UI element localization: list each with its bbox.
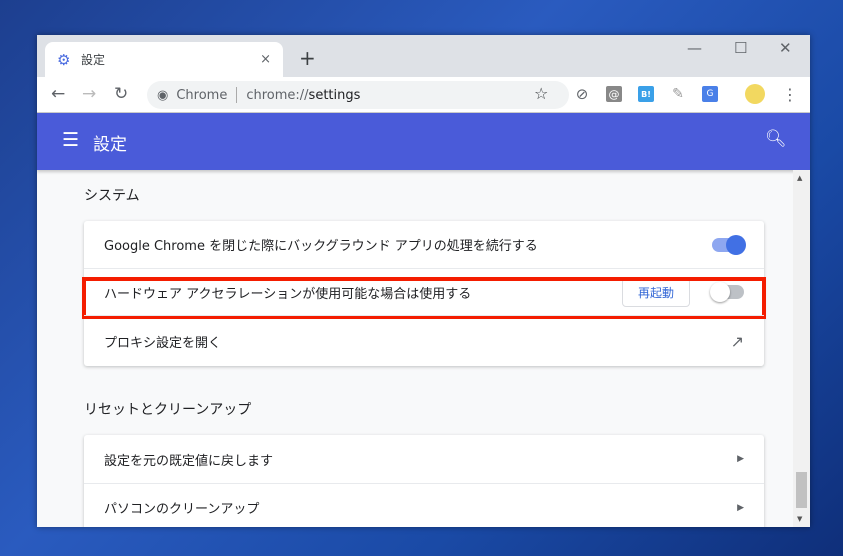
site-label: Chrome: [176, 87, 228, 103]
chevron-right-icon: ▶: [737, 502, 744, 513]
background-apps-row[interactable]: Google Chrome を閉じた際にバックグラウンド アプリの処理を続行する: [84, 221, 764, 268]
external-link-icon: ↗: [730, 331, 744, 351]
gear-icon: ⚙: [57, 50, 71, 69]
row-label: Google Chrome を閉じた際にバックグラウンド アプリの処理を続行する: [104, 239, 538, 254]
row-label: プロキシ設定を開く: [104, 335, 222, 351]
tab-settings[interactable]: ⚙ 設定 ×: [45, 42, 283, 77]
maximize-button[interactable]: ☐: [734, 39, 747, 57]
reset-card: 設定を元の既定値に戻します ▶ パソコンのクリーンアップ ▶: [84, 435, 764, 527]
restart-button[interactable]: 再起動: [621, 277, 690, 307]
settings-header: ☰ 設定 🔍︎: [37, 113, 810, 170]
extension-mail-icon[interactable]: @: [606, 86, 622, 102]
pin-icon[interactable]: ✎: [670, 86, 686, 102]
section-title-reset: リセットとクリーンアップ: [84, 402, 252, 418]
chrome-icon: ◉: [157, 87, 169, 103]
back-icon[interactable]: ←: [51, 84, 65, 104]
row-label: パソコンのクリーンアップ: [104, 502, 260, 517]
row-label: ハードウェア アクセラレーションが使用可能な場合は使用する: [104, 286, 472, 302]
hardware-acceleration-row[interactable]: ハードウェア アクセラレーションが使用可能な場合は使用する 再起動: [82, 268, 766, 319]
hamburger-menu-icon[interactable]: ☰: [62, 129, 79, 151]
chrome-window: ⚙ 設定 × + — ☐ ✕ ← → ↻ ◉ Chrome chrome://s…: [37, 35, 810, 527]
scroll-down-arrow-icon[interactable]: ▼: [797, 515, 802, 523]
tab-close-button[interactable]: ×: [260, 52, 271, 67]
cleanup-row[interactable]: パソコンのクリーンアップ ▶: [84, 483, 764, 527]
avatar[interactable]: [745, 84, 765, 104]
scroll-up-arrow-icon[interactable]: ▲: [797, 174, 802, 182]
toggle-knob: [726, 234, 746, 255]
row-label: 設定を元の既定値に戻します: [104, 453, 274, 469]
scrollbar[interactable]: ▲ ▼: [793, 170, 810, 527]
page-title: 設定: [93, 135, 127, 155]
reset-settings-row[interactable]: 設定を元の既定値に戻します ▶: [84, 435, 764, 483]
tab-strip: ⚙ 設定 × + — ☐ ✕: [37, 35, 810, 77]
reload-icon[interactable]: ↻: [114, 84, 128, 104]
settings-content: システム Google Chrome を閉じた際にバックグラウンド アプリの処理…: [37, 170, 793, 527]
background-apps-toggle[interactable]: [712, 234, 746, 255]
bookmark-star-icon[interactable]: ☆: [534, 84, 548, 103]
translate-icon[interactable]: G: [702, 86, 718, 102]
window-close-button[interactable]: ✕: [779, 39, 792, 57]
hardware-acceleration-toggle[interactable]: [710, 282, 744, 302]
hatena-bookmark-icon[interactable]: B!: [638, 86, 654, 102]
minimize-button[interactable]: —: [687, 39, 702, 57]
chevron-right-icon: ▶: [737, 454, 744, 464]
block-icon[interactable]: ⊘: [574, 85, 590, 103]
forward-icon[interactable]: →: [82, 84, 96, 104]
url-text: chrome://settings: [246, 87, 361, 103]
new-tab-button[interactable]: +: [299, 46, 316, 70]
system-card: Google Chrome を閉じた際にバックグラウンド アプリの処理を続行する…: [82, 221, 766, 366]
toggle-knob: [710, 282, 730, 302]
tab-title: 設定: [81, 53, 106, 67]
address-bar[interactable]: ◉ Chrome chrome://settings: [147, 81, 569, 109]
search-icon[interactable]: 🔍︎: [765, 129, 787, 149]
divider: [236, 87, 238, 103]
proxy-settings-row[interactable]: プロキシ設定を開く ↗: [84, 315, 764, 366]
section-title-system: システム: [84, 188, 140, 204]
more-menu-icon[interactable]: ⋮: [782, 85, 798, 104]
toolbar: ← → ↻ ◉ Chrome chrome://settings ☆ ⊘ @ B…: [37, 77, 810, 113]
scrollbar-thumb[interactable]: [796, 472, 807, 508]
